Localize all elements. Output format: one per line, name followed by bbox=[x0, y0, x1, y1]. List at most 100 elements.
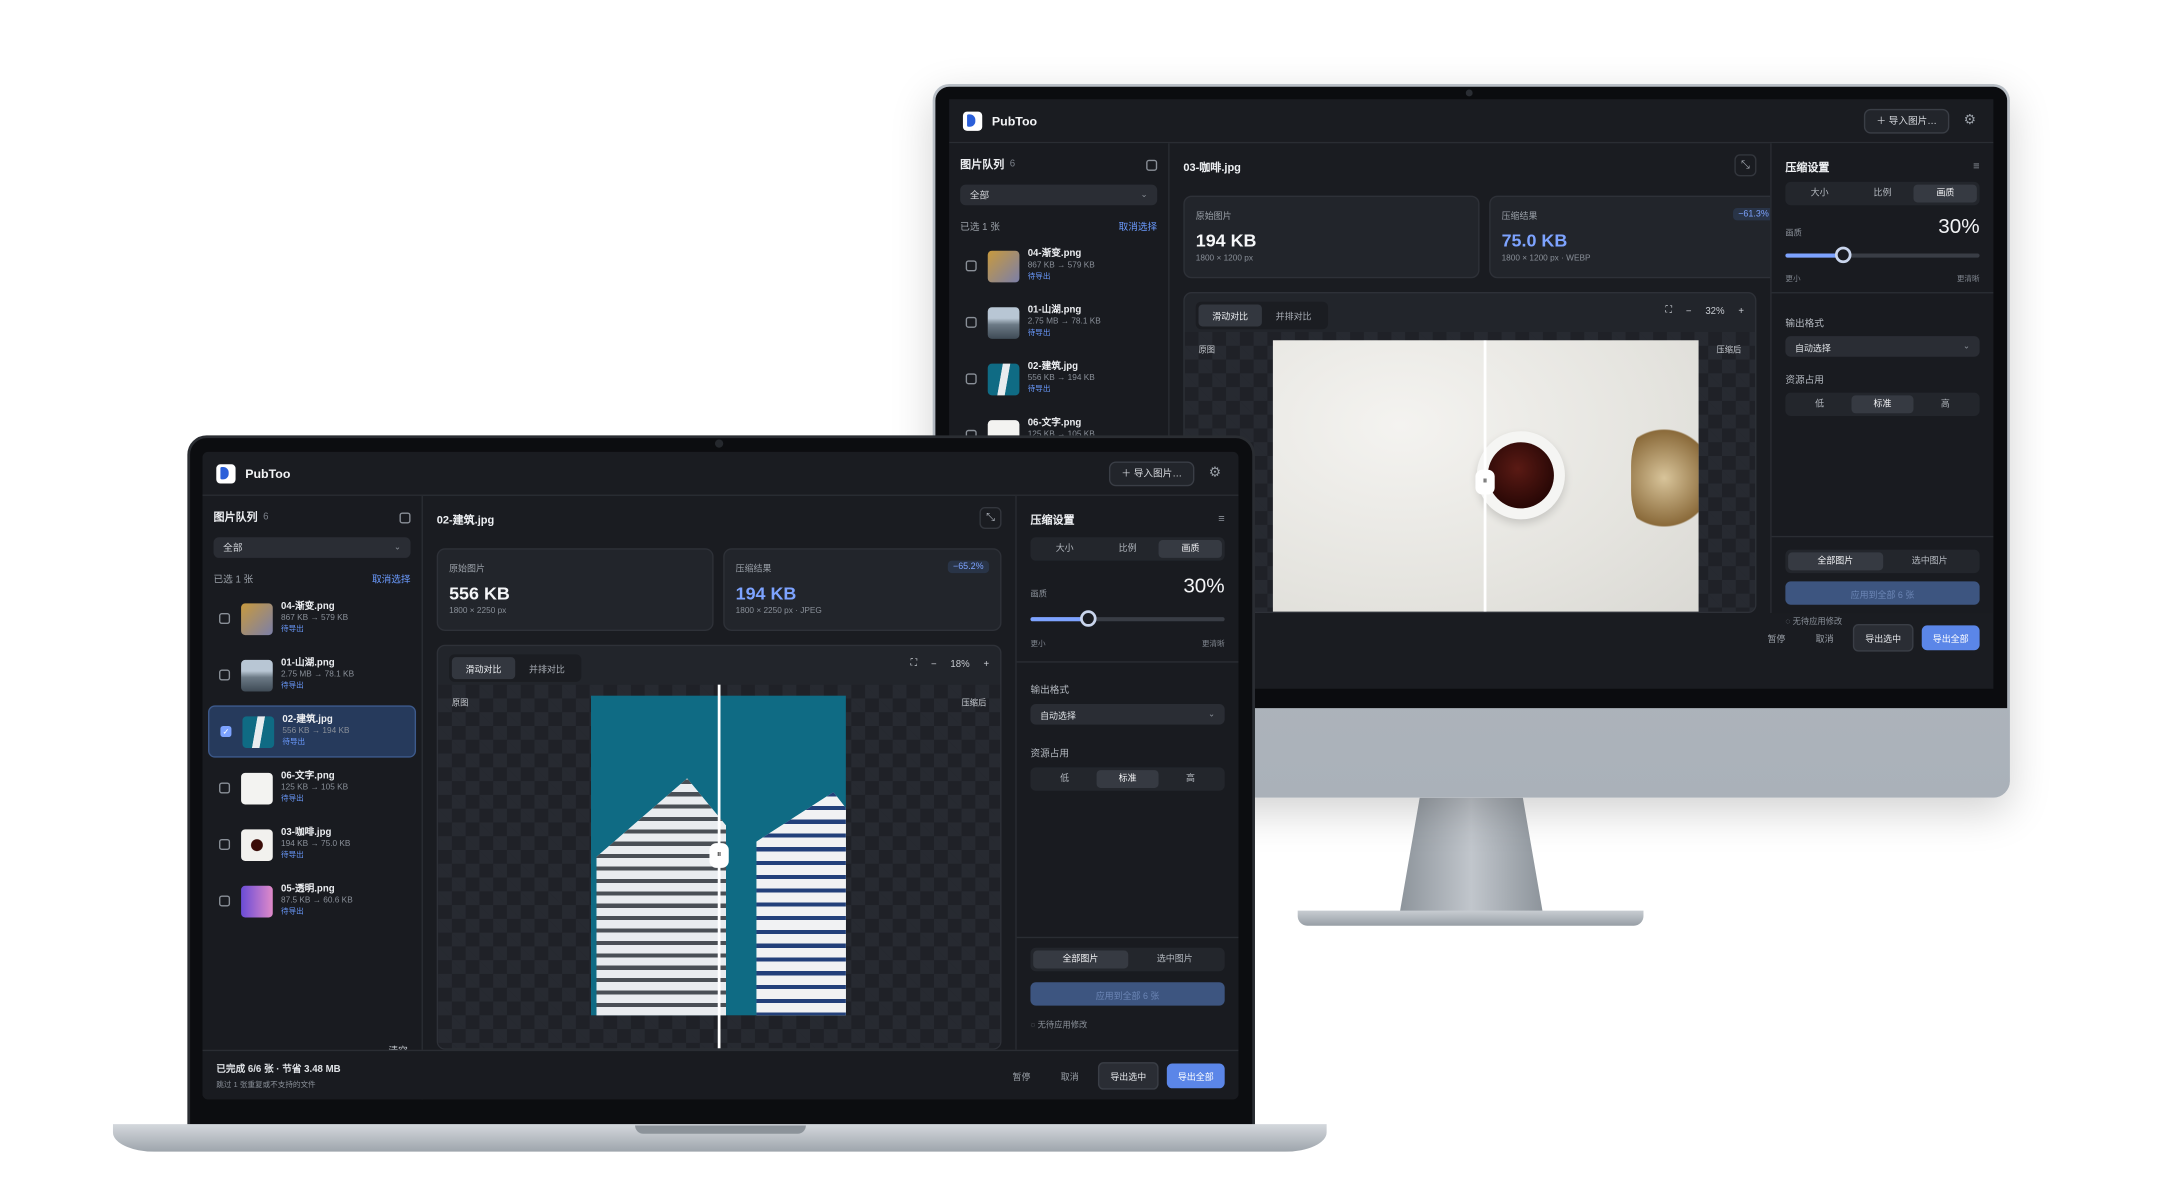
import-button[interactable]: ＋ 导入图片… bbox=[1863, 108, 1950, 133]
item-checkbox[interactable] bbox=[965, 316, 977, 328]
monitor-base bbox=[1297, 910, 1644, 926]
tab-ratio[interactable]: 比例 bbox=[1096, 540, 1159, 558]
compare-handle[interactable]: ⏸ bbox=[1475, 469, 1495, 495]
compare-handle[interactable]: ⏸ bbox=[709, 843, 729, 868]
scope-selected[interactable]: 选中图片 bbox=[1882, 552, 1976, 570]
export-selected-button[interactable]: 导出选中 bbox=[1097, 1061, 1159, 1089]
item-status: 待导出 bbox=[1027, 385, 1051, 394]
item-size: 556 KB → 194 KB bbox=[1027, 374, 1095, 384]
queue-filter-select[interactable]: 全部 ⌄ bbox=[213, 537, 411, 558]
resource-low[interactable]: 低 bbox=[1033, 770, 1096, 788]
tab-side-compare[interactable]: 并排对比 bbox=[515, 657, 578, 679]
pause-button[interactable]: 暂停 bbox=[1756, 625, 1796, 650]
item-size: 867 KB → 579 KB bbox=[1027, 262, 1095, 271]
quality-slider[interactable] bbox=[1030, 610, 1225, 627]
compare-canvas[interactable]: 原图 压缩后 ⏸ bbox=[1184, 332, 1756, 612]
menu-icon[interactable]: ≡ bbox=[1218, 512, 1224, 524]
gear-icon[interactable]: ⚙ bbox=[1205, 464, 1224, 483]
menu-icon[interactable]: ≡ bbox=[1973, 160, 1979, 172]
gear-icon[interactable]: ⚙ bbox=[1960, 111, 1979, 130]
current-file-title: 02-建筑.jpg bbox=[436, 513, 495, 527]
cancel-button[interactable]: 取消 bbox=[1805, 625, 1845, 650]
original-dims: 1800 × 2250 px bbox=[449, 607, 507, 616]
original-dims: 1800 × 1200 px bbox=[1195, 254, 1253, 264]
zoom-in-button[interactable]: + bbox=[1738, 307, 1744, 317]
list-item[interactable]: 01-山湖.png 2.75 MB → 78.1 KB 待导出 bbox=[208, 649, 416, 701]
export-all-button[interactable]: 导出全部 bbox=[1166, 1062, 1225, 1088]
format-select[interactable]: 自动选择 ⌄ bbox=[1785, 336, 1980, 357]
slider-min-label: 更小 bbox=[1030, 640, 1046, 649]
item-status: 待导出 bbox=[281, 850, 304, 860]
zoom-in-button[interactable]: + bbox=[983, 659, 989, 669]
scope-all[interactable]: 全部图片 bbox=[1788, 552, 1883, 571]
item-checkbox-checked[interactable]: ✓ bbox=[220, 725, 232, 738]
chevron-down-icon: ⌄ bbox=[1208, 710, 1216, 720]
slider-knob[interactable] bbox=[1835, 246, 1852, 264]
monitor-camera bbox=[1465, 89, 1473, 97]
resource-high[interactable]: 高 bbox=[1914, 395, 1977, 413]
chevron-down-icon: ⌄ bbox=[1963, 343, 1970, 352]
list-item[interactable]: 03-咖啡.jpg 194 KB → 75.0 KB 待导出 bbox=[208, 818, 416, 870]
item-checkbox[interactable] bbox=[219, 669, 231, 681]
apply-button[interactable]: 应用到全部 6 张 bbox=[1785, 581, 1980, 605]
list-item[interactable]: 05-透明.png 87.5 KB → 60.6 KB 待导出 bbox=[208, 875, 416, 927]
tab-quality[interactable]: 画质 bbox=[1913, 184, 1977, 203]
cancel-button[interactable]: 取消 bbox=[1050, 1063, 1090, 1088]
title-bar: PubToo ＋ 导入图片… ⚙ bbox=[202, 452, 1239, 496]
collapse-icon[interactable]: ⤡ bbox=[1734, 154, 1757, 177]
no-changes-text: 无待应用修改 bbox=[1037, 1022, 1088, 1031]
export-selected-button[interactable]: 导出选中 bbox=[1852, 624, 1914, 652]
select-all-checkbox[interactable] bbox=[399, 511, 411, 523]
item-checkbox[interactable] bbox=[965, 260, 977, 272]
resource-low[interactable]: 低 bbox=[1788, 395, 1851, 413]
zoom-out-button[interactable]: − bbox=[1686, 307, 1692, 317]
item-name: 01-山湖.png bbox=[281, 659, 335, 669]
resource-high[interactable]: 高 bbox=[1159, 770, 1222, 788]
tab-quality[interactable]: 画质 bbox=[1159, 540, 1222, 558]
resource-standard[interactable]: 标准 bbox=[1851, 395, 1914, 414]
item-checkbox[interactable] bbox=[965, 373, 977, 385]
resource-standard[interactable]: 标准 bbox=[1096, 770, 1160, 788]
quality-label: 画质 bbox=[1030, 590, 1047, 600]
tab-size[interactable]: 大小 bbox=[1788, 185, 1851, 203]
zoom-level: 18% bbox=[950, 659, 970, 669]
scope-selected[interactable]: 选中图片 bbox=[1128, 951, 1222, 969]
zoom-out-button[interactable]: − bbox=[931, 659, 937, 669]
tab-slide-compare[interactable]: 滑动对比 bbox=[451, 657, 516, 680]
scope-all[interactable]: 全部图片 bbox=[1033, 950, 1128, 969]
tab-ratio[interactable]: 比例 bbox=[1851, 185, 1914, 203]
cancel-selection-link[interactable]: 取消选择 bbox=[1119, 220, 1158, 234]
cancel-selection-link[interactable]: 取消选择 bbox=[372, 573, 411, 587]
select-all-checkbox[interactable] bbox=[1146, 159, 1158, 171]
fit-screen-icon[interactable]: ⛶ bbox=[1665, 306, 1672, 317]
laptop-notch bbox=[635, 1125, 806, 1134]
item-size: 194 KB → 75.0 KB bbox=[281, 840, 351, 849]
item-name: 01-山湖.png bbox=[1027, 306, 1082, 317]
item-checkbox[interactable] bbox=[219, 895, 231, 907]
collapse-icon[interactable]: ⤡ bbox=[979, 506, 1002, 529]
item-name: 06-文字.png bbox=[281, 772, 335, 782]
quality-slider[interactable] bbox=[1785, 246, 1980, 264]
item-size: 556 KB → 194 KB bbox=[282, 727, 350, 736]
slider-knob[interactable] bbox=[1080, 610, 1097, 627]
apply-button[interactable]: 应用到全部 6 张 bbox=[1030, 982, 1225, 1006]
list-item[interactable]: 06-文字.png 125 KB → 105 KB待导出 bbox=[208, 762, 416, 814]
compare-canvas[interactable]: 原图 压缩后 ⏸ bbox=[438, 684, 1001, 1049]
tab-slide-compare[interactable]: 滑动对比 bbox=[1198, 304, 1262, 327]
list-item[interactable]: 04-渐变.png 867 KB → 579 KB 待导出 bbox=[955, 240, 1163, 292]
fit-screen-icon[interactable]: ⛶ bbox=[910, 658, 917, 669]
item-checkbox[interactable] bbox=[219, 782, 231, 794]
import-button[interactable]: ＋ 导入图片… bbox=[1109, 460, 1195, 486]
list-item[interactable]: 01-山湖.png 2.75 MB → 78.1 KB 待导出 bbox=[955, 296, 1163, 348]
format-select[interactable]: 自动选择 ⌄ bbox=[1030, 703, 1225, 725]
export-all-button[interactable]: 导出全部 bbox=[1921, 625, 1980, 651]
item-checkbox[interactable] bbox=[219, 838, 231, 850]
pause-button[interactable]: 暂停 bbox=[1002, 1063, 1042, 1088]
list-item[interactable]: 02-建筑.jpg 556 KB → 194 KB 待导出 bbox=[955, 353, 1163, 405]
queue-filter-select[interactable]: 全部 ⌄ bbox=[960, 184, 1158, 206]
list-item-selected[interactable]: ✓ 02-建筑.jpg 556 KB → 194 KB 待导出 bbox=[208, 705, 417, 758]
item-checkbox[interactable] bbox=[219, 613, 231, 625]
tab-side-compare[interactable]: 并排对比 bbox=[1262, 304, 1325, 326]
list-item[interactable]: 04-渐变.png 867 KB → 579 KB 待导出 bbox=[208, 592, 416, 644]
tab-size[interactable]: 大小 bbox=[1033, 540, 1096, 558]
